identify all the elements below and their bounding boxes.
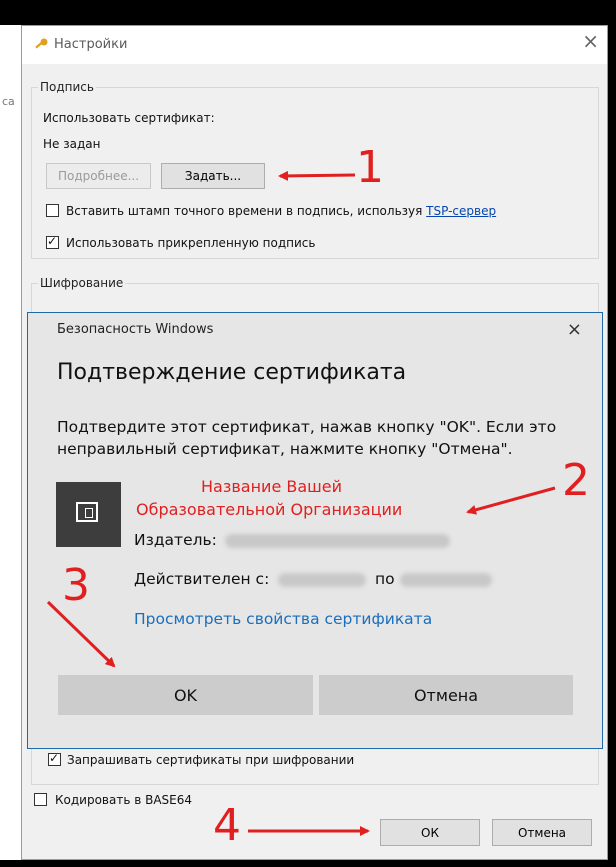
- sign-group-label: Подпись: [38, 80, 96, 94]
- close-icon[interactable]: ×: [582, 31, 599, 51]
- dialog-close-icon[interactable]: ×: [567, 319, 582, 340]
- cert-value: Не задан: [43, 137, 101, 151]
- certificate-icon-inner: [85, 508, 93, 518]
- window-title: Настройки: [54, 37, 128, 52]
- valid-from-label: Действителен с:: [134, 570, 270, 588]
- certificate-icon-frame: [76, 502, 98, 522]
- dialog-source: Безопасность Windows: [57, 322, 214, 337]
- valid-to-label: по: [375, 570, 395, 588]
- request-certs-label: Запрашивать сертификаты при шифровании: [67, 753, 355, 767]
- timestamp-label: Вставить штамп точного времени в подпись…: [66, 204, 496, 218]
- background-window-edge: ca: [0, 25, 21, 860]
- dialog-message: Подтвердите этот сертификат, нажав кнопк…: [57, 418, 557, 458]
- annotation-4: 4: [213, 800, 241, 851]
- cancel-button[interactable]: Отмена: [492, 819, 592, 846]
- key-icon: [35, 38, 48, 49]
- annotation-1: 1: [356, 142, 384, 193]
- background-fragment: ca: [2, 95, 15, 108]
- set-certificate-button[interactable]: Задать...: [161, 163, 265, 189]
- issuer-label: Издатель:: [134, 531, 217, 549]
- dialog-heading: Подтверждение сертификата: [57, 360, 407, 385]
- view-cert-properties-link[interactable]: Просмотреть свойства сертификата: [134, 610, 432, 628]
- annotation-3: 3: [62, 560, 90, 611]
- certificate-icon: [56, 482, 121, 547]
- cert-name-line1: Название Вашей: [201, 477, 343, 496]
- title-bar: Настройки ×: [22, 26, 607, 64]
- annotation-2: 2: [562, 455, 590, 506]
- dialog-cancel-button[interactable]: Отмена: [319, 675, 573, 715]
- valid-to-redacted: [400, 573, 492, 587]
- valid-from-redacted: [278, 573, 366, 587]
- windows-security-dialog: Безопасность Windows × Подтверждение сер…: [27, 312, 603, 749]
- tsp-server-link[interactable]: TSP-сервер: [426, 204, 496, 218]
- dialog-ok-button[interactable]: OK: [58, 675, 313, 715]
- timestamp-label-text: Вставить штамп точного времени в подпись…: [66, 204, 423, 218]
- attached-signature-checkbox[interactable]: [46, 234, 59, 249]
- request-certs-checkbox[interactable]: [48, 751, 61, 766]
- ok-button[interactable]: ОК: [380, 819, 480, 846]
- cert-name-line2: Образовательной Организации: [136, 500, 403, 519]
- base64-label: Кодировать в BASE64: [55, 793, 193, 807]
- use-cert-label: Использовать сертификат:: [43, 111, 215, 125]
- timestamp-checkbox[interactable]: [46, 204, 59, 217]
- issuer-redacted: [225, 534, 450, 548]
- details-button[interactable]: Подробнее...: [46, 163, 151, 189]
- base64-checkbox[interactable]: [34, 793, 47, 806]
- attached-signature-label: Использовать прикрепленную подпись: [66, 236, 316, 250]
- encrypt-group-label: Шифрование: [38, 276, 126, 290]
